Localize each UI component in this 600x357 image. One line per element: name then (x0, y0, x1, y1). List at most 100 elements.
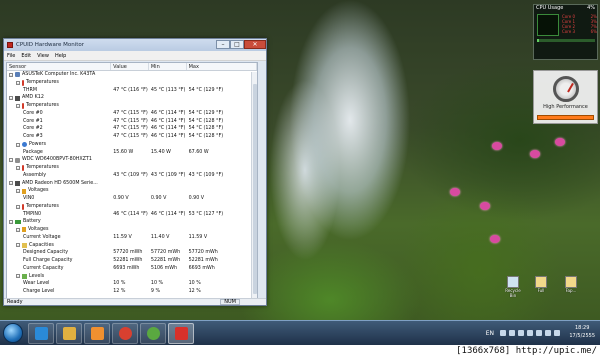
desktop-icon-recycle-bin[interactable]: Recycle Bin (502, 276, 524, 298)
menu-help[interactable]: Help (55, 53, 66, 59)
scrollbar-thumb[interactable] (253, 84, 257, 294)
therm-icon (22, 102, 24, 109)
table-row[interactable]: - Battery (7, 218, 257, 226)
title-bar[interactable]: CPUID Hardware Monitor – □ ✕ (4, 39, 266, 51)
column-header-min[interactable]: Min (149, 63, 187, 70)
sensor-table[interactable]: Sensor Value Min Max - ASUSTeK Computer I… (6, 62, 258, 300)
maximize-button[interactable]: □ (230, 40, 244, 49)
table-row[interactable]: - WDC WD6400BPVT-80HXZT1 (7, 156, 257, 164)
sensor-value: 52281 mWh (113, 258, 143, 263)
tree-expander-icon[interactable]: - (9, 158, 13, 163)
table-row[interactable]: - Temperatures (7, 102, 257, 110)
taskbar-button-internet-explorer[interactable] (28, 323, 54, 344)
column-header-max[interactable]: Max (187, 63, 257, 70)
tree-expander-icon[interactable]: - (9, 181, 13, 186)
sensor-max: 53 °C (127 °F) (188, 211, 224, 217)
taskbar-button-utorrent[interactable] (140, 323, 166, 344)
close-button[interactable]: ✕ (244, 40, 266, 49)
table-row[interactable]: Full Charge Capacity 52281 mWh 52281 mWh 52… (7, 257, 257, 265)
tree-expander-icon[interactable]: - (16, 103, 20, 108)
tree-expander-icon[interactable]: - (16, 80, 20, 85)
table-row[interactable]: - Voltages (7, 187, 257, 195)
table-row[interactable]: Core #0 47 °C (115 °F) 46 °C (114 °F) 54 °C… (7, 110, 257, 118)
tree-expander-icon[interactable]: - (9, 220, 13, 225)
table-row[interactable]: Wear Level 10 % 10 % 10 % (7, 280, 257, 288)
tree-expander-icon[interactable]: - (16, 227, 20, 232)
table-row[interactable]: THRM 47 °C (116 °F) 45 °C (113 °F) 54 °C (1… (7, 87, 257, 95)
tree-expander-icon[interactable]: - (16, 165, 20, 170)
tree-expander-icon[interactable]: - (16, 142, 20, 147)
table-row[interactable]: - Temperatures (7, 79, 257, 87)
tree-expander-icon[interactable]: - (9, 72, 13, 77)
tray-icon[interactable] (545, 330, 551, 336)
table-row[interactable]: VIN0 0.90 V 0.90 V 0.90 V (7, 195, 257, 203)
sensor-name: Voltages (28, 227, 49, 232)
tray-icon[interactable] (500, 330, 506, 336)
taskbar-button-chrome[interactable] (112, 323, 138, 344)
tree-expander-icon[interactable]: - (9, 96, 13, 101)
volume-icon[interactable] (527, 330, 533, 336)
vertical-scrollbar[interactable] (251, 72, 257, 299)
taskbar-button-explorer[interactable] (56, 323, 82, 344)
sensor-min: 43 °C (109 °F) (150, 172, 186, 178)
language-indicator[interactable]: EN (486, 330, 494, 337)
sensor-name: Temperatures (26, 203, 59, 209)
table-row[interactable]: Assembly 43 °C (109 °F) 43 °C (109 °F) 43 °… (7, 172, 257, 180)
sensor-min: 5106 mWh (150, 265, 178, 271)
table-row[interactable]: - Voltages (7, 226, 257, 234)
table-row[interactable]: Designed Capacity 57720 mWh 57720 mWh 57720… (7, 249, 257, 257)
sensor-max: 67.60 W (188, 149, 209, 155)
tray-icon[interactable] (509, 330, 515, 336)
sensor-name: ASUSTeK Computer Inc. K43TA (22, 72, 96, 77)
sensor-name-cell: - Temperatures (7, 203, 111, 211)
tree-expander-icon[interactable]: - (16, 274, 20, 279)
sensor-min: 0.90 V (150, 196, 167, 201)
table-row[interactable]: - Temperatures (7, 164, 257, 172)
power-plan-bar[interactable] (537, 115, 594, 120)
battery-icon[interactable] (536, 330, 542, 336)
table-row[interactable]: - Powers (7, 141, 257, 149)
minimize-button[interactable]: – (216, 40, 230, 49)
table-row[interactable]: - AMD Radeon HD 6500M Serie... (7, 180, 257, 188)
table-row[interactable]: Core #3 47 °C (115 °F) 46 °C (114 °F) 54 °C… (7, 133, 257, 141)
table-row[interactable]: Current Capacity 6693 mWh 5106 mWh 6693 mWh (7, 265, 257, 273)
cpu-usage-gadget[interactable]: CPU Usage 4% Core 0 2% Core 1 3% Core 2 7% Cor… (533, 4, 598, 60)
table-row[interactable]: - Temperatures (7, 203, 257, 211)
sensor-name: WDC WD6400BPVT-80HXZT1 (22, 157, 92, 163)
image-footer: [1366x768] http://upic.me/ (0, 345, 600, 357)
column-header-value[interactable]: Value (111, 63, 149, 70)
table-row[interactable]: Package 15.60 W 15.40 W 67.60 W (7, 149, 257, 157)
table-row[interactable]: - Capacities (7, 242, 257, 250)
tree-expander-icon[interactable]: - (16, 189, 20, 194)
menu-view[interactable]: View (37, 53, 49, 59)
clock[interactable]: 18:29 17/5/2555 (569, 324, 595, 340)
table-row[interactable]: - AMD K12 (7, 94, 257, 102)
menu-bar: File Edit View Help (4, 51, 266, 61)
tree-expander-icon[interactable]: - (16, 204, 20, 209)
start-button[interactable] (3, 323, 23, 343)
table-row[interactable]: - ASUSTeK Computer Inc. K43TA (7, 71, 257, 79)
power-plan-gadget[interactable]: High Performance (533, 70, 598, 124)
desktop-icon-label: Recycle Bin (505, 288, 521, 298)
level-icon (22, 273, 27, 279)
desktop-icon-full[interactable]: Full (530, 276, 552, 293)
table-row[interactable]: - Levels (7, 273, 257, 281)
sensor-name: Current Capacity (23, 265, 64, 271)
table-row[interactable]: Core #1 47 °C (115 °F) 46 °C (114 °F) 54 °C… (7, 118, 257, 126)
tray-icon[interactable] (554, 330, 560, 336)
tree-expander-icon[interactable]: - (16, 243, 20, 248)
menu-edit[interactable]: Edit (21, 53, 31, 59)
table-row[interactable]: Charge Level 12 % 9 % 12 % (7, 288, 257, 296)
network-icon[interactable] (518, 330, 524, 336)
taskbar-button-hwmonitor[interactable] (168, 323, 194, 344)
sensor-value: 47 °C (116 °F) (113, 87, 148, 93)
menu-file[interactable]: File (7, 53, 15, 59)
table-row[interactable]: Core #2 47 °C (115 °F) 46 °C (114 °F) 54 °C… (7, 125, 257, 133)
column-header-sensor[interactable]: Sensor (7, 63, 112, 70)
hwmonitor-window[interactable]: CPUID Hardware Monitor – □ ✕ File Edit V… (3, 38, 267, 306)
desktop-icon-fap[interactable]: Fap... (560, 276, 582, 293)
table-row[interactable]: TMPIN0 46 °C (114 °F) 46 °C (114 °F) 53 °C … (7, 211, 257, 219)
sensor-name-cell: Package (7, 149, 111, 157)
taskbar-button-media-player[interactable] (84, 323, 110, 344)
table-row[interactable]: Current Voltage 11.59 V 11.40 V 11.59 V (7, 234, 257, 242)
